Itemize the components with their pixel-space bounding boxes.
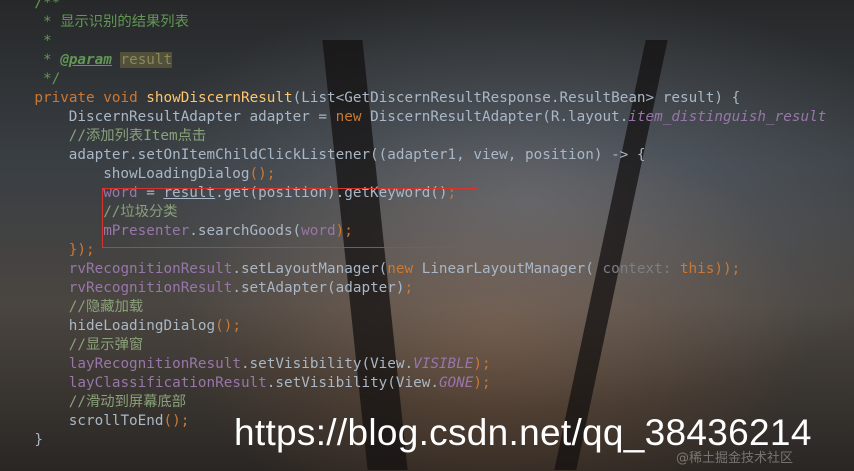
code-token: .setAdapter(adapter) [232,280,405,296]
code-token: DiscernResultAdapter(R.layout. [370,109,629,125]
code-token: rvRecognitionResult [68,280,233,296]
code-token: layClassificationResult [68,375,267,391]
code-token: //滑动到屏幕底部 [68,394,187,410]
code-token: private void [34,90,147,106]
code-token: * [34,33,52,49]
code-line: rvRecognitionResult.setAdapter(adapter); [0,279,854,298]
code-line: * [0,32,854,51]
code-token: result [120,52,173,68]
code-token: .setVisibility(View. [240,356,414,372]
code-token: ); [473,375,491,391]
code-token: //显示弹窗 [68,337,144,353]
highlight-box [102,188,478,248]
code-token: showDiscernResult [146,90,293,106]
code-line: //显示弹窗 [0,336,854,355]
code-line: adapter.setOnItemChildClickListener((ada… [0,146,854,165]
code-token: this [679,261,715,277]
code-token: LinearLayoutManager( [421,261,594,277]
code-token: ); [473,356,491,372]
code-token: adapter.setOnItemChildClickListener((ada… [68,147,646,163]
code-line: layClassificationResult.setVisibility(Vi… [0,374,854,393]
code-token: new [387,261,422,277]
code-line: */ [0,70,854,89]
code-line: showLoadingDialog(); [0,165,854,184]
code-line: hideLoadingDialog(); [0,317,854,336]
code-token: * [34,52,61,68]
code-token: VISIBLE [413,356,474,372]
code-token: )); [714,261,741,277]
code-token: (); [249,166,276,182]
code-token: rvRecognitionResult [68,261,233,277]
code-token: showLoadingDialog [103,166,250,182]
code-token: (); [215,318,241,334]
code-line: rvRecognitionResult.setLayoutManager(new… [0,260,854,279]
code-token: (List<GetDiscernResultResponse.ResultBea… [292,90,741,106]
code-token: ; [404,280,414,296]
code-token: @param [60,52,112,68]
code-token: hideLoadingDialog [68,318,216,334]
community-watermark: @稀土掘金技术社区 [676,451,794,466]
code-line: /** [0,0,854,13]
code-token: * 显示识别的结果列表 [34,14,189,30]
code-token: //添加列表Item点击 [68,128,207,144]
code-token: } [34,432,43,448]
code-line: //隐藏加载 [0,298,854,317]
code-line: DiscernResultAdapter adapter = new Disce… [0,108,854,127]
code-token: layRecognitionResult [68,356,241,372]
code-token: .setVisibility(View. [266,375,439,391]
code-line: //添加列表Item点击 [0,127,854,146]
code-token: .setLayoutManager( [232,261,388,277]
code-token: GONE [438,375,474,391]
code-token: item_distinguish_result [628,109,827,125]
code-line: //滑动到屏幕底部 [0,393,854,412]
code-token: context: [593,261,680,277]
code-line: * 显示识别的结果列表 [0,13,854,32]
code-token: /** [34,0,61,11]
code-token: */ [34,71,61,87]
code-token: //隐藏加载 [68,299,144,315]
code-token: (); [163,413,190,429]
code-token: }); [68,242,95,258]
code-token: DiscernResultAdapter adapter = [68,109,336,125]
code-line: * @param result [0,51,854,70]
code-line: layRecognitionResult.setVisibility(View.… [0,355,854,374]
code-line: private void showDiscernResult(List<GetD… [0,89,854,108]
code-token: scrollToEnd [68,413,164,429]
code-token: new [335,109,371,125]
